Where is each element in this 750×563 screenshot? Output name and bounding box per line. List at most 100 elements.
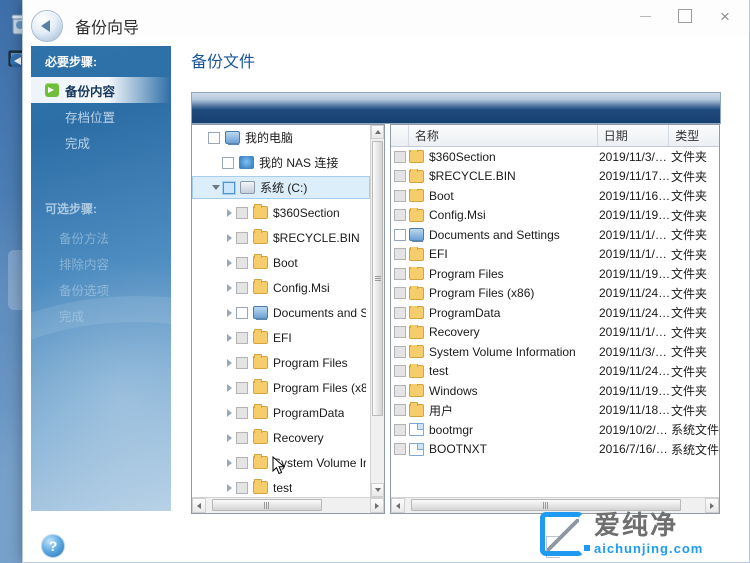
- row-checkbox[interactable]: [394, 170, 406, 183]
- row-checkbox-cell[interactable]: [391, 287, 409, 300]
- row-checkbox[interactable]: [394, 287, 406, 300]
- tree-row-checkbox[interactable]: [208, 131, 220, 144]
- row-checkbox-cell[interactable]: [391, 384, 409, 397]
- tree-row-checkbox[interactable]: [223, 181, 235, 194]
- row-checkbox[interactable]: [394, 404, 406, 417]
- row-checkbox[interactable]: [394, 209, 406, 222]
- row-checkbox[interactable]: [394, 189, 406, 202]
- row-checkbox[interactable]: [394, 384, 406, 397]
- close-icon[interactable]: ×: [705, 3, 745, 29]
- column-header-date[interactable]: 日期: [598, 125, 670, 146]
- tree-row[interactable]: EFI: [192, 325, 370, 350]
- row-checkbox-cell[interactable]: [391, 189, 409, 202]
- table-row[interactable]: EFI 2019/11/1/… 文件夹: [391, 245, 719, 265]
- table-row[interactable]: 用户 2019/11/18… 文件夹: [391, 401, 719, 421]
- scroll-right-icon[interactable]: [370, 498, 384, 513]
- tree-row[interactable]: $RECYCLE.BIN: [192, 225, 370, 250]
- sidebar-item-backup-method[interactable]: 备份方法: [31, 224, 171, 250]
- tree-row-checkbox[interactable]: [222, 156, 234, 169]
- chevron-right-icon[interactable]: [222, 359, 236, 367]
- tree-row-checkbox[interactable]: [236, 331, 248, 344]
- chevron-right-icon[interactable]: [222, 284, 236, 292]
- row-checkbox-cell[interactable]: [391, 306, 409, 319]
- tree-vertical-scrollbar[interactable]: [370, 125, 384, 497]
- tree-row-checkbox[interactable]: [236, 406, 248, 419]
- chevron-right-icon[interactable]: [222, 309, 236, 317]
- row-checkbox[interactable]: [394, 150, 406, 163]
- row-checkbox[interactable]: [394, 306, 406, 319]
- table-row[interactable]: Documents and Settings 2019/11/1/… 文件夹: [391, 225, 719, 245]
- row-checkbox[interactable]: [394, 326, 406, 339]
- row-checkbox[interactable]: [394, 248, 406, 261]
- chevron-right-icon[interactable]: [222, 484, 236, 492]
- scroll-down-icon[interactable]: [371, 483, 384, 497]
- chevron-right-icon[interactable]: [222, 259, 236, 267]
- maximize-button[interactable]: [665, 3, 705, 29]
- scroll-left-icon[interactable]: [192, 498, 206, 513]
- row-checkbox-cell[interactable]: [391, 150, 409, 163]
- folder-tree-pane[interactable]: 我的电脑 我的 NAS 连接 系统 (C:) $360Section $RECYCLE.…: [191, 124, 385, 514]
- row-checkbox-cell[interactable]: [391, 443, 409, 456]
- tree-vscroll-thumb[interactable]: [372, 141, 383, 416]
- tree-row[interactable]: Recovery: [192, 425, 370, 450]
- chevron-right-icon[interactable]: [222, 409, 236, 417]
- tree-row[interactable]: Boot: [192, 250, 370, 275]
- scroll-right-icon[interactable]: [705, 498, 719, 513]
- table-row[interactable]: Program Files (x86) 2019/11/24… 文件夹: [391, 284, 719, 304]
- tree-row[interactable]: Documents and S…: [192, 300, 370, 325]
- back-button[interactable]: [31, 10, 63, 42]
- tree-row[interactable]: Program Files: [192, 350, 370, 375]
- chevron-right-icon[interactable]: [222, 334, 236, 342]
- tree-horizontal-scrollbar[interactable]: [192, 497, 384, 513]
- table-row[interactable]: Windows 2019/11/19… 文件夹: [391, 381, 719, 401]
- tree-row[interactable]: 系统 (C:): [192, 176, 370, 199]
- sidebar-item-exclusions[interactable]: 排除内容: [31, 250, 171, 276]
- row-checkbox[interactable]: [394, 228, 406, 241]
- row-checkbox-cell[interactable]: [391, 365, 409, 378]
- row-checkbox-cell[interactable]: [391, 326, 409, 339]
- help-button[interactable]: ?: [41, 534, 65, 558]
- table-row[interactable]: Program Files 2019/11/19… 文件夹: [391, 264, 719, 284]
- scroll-up-icon[interactable]: [371, 125, 384, 139]
- chevron-right-icon[interactable]: [222, 434, 236, 442]
- tree-row-checkbox[interactable]: [236, 306, 248, 319]
- tree-row[interactable]: 我的 NAS 连接: [192, 150, 370, 175]
- row-checkbox-cell[interactable]: [391, 267, 409, 280]
- chevron-right-icon[interactable]: [222, 459, 236, 467]
- row-checkbox-cell[interactable]: [391, 404, 409, 417]
- tree-row-checkbox[interactable]: [236, 281, 248, 294]
- tree-row[interactable]: ProgramData: [192, 400, 370, 425]
- tree-row-checkbox[interactable]: [236, 431, 248, 444]
- row-checkbox-cell[interactable]: [391, 423, 409, 436]
- row-checkbox[interactable]: [394, 365, 406, 378]
- table-row[interactable]: Boot 2019/11/16… 文件夹: [391, 186, 719, 206]
- chevron-down-icon[interactable]: [209, 185, 223, 190]
- column-header-type[interactable]: 类型: [669, 125, 719, 146]
- table-row[interactable]: $360Section 2019/11/3/… 文件夹: [391, 147, 719, 167]
- row-checkbox-cell[interactable]: [391, 248, 409, 261]
- tree-row-checkbox[interactable]: [236, 231, 248, 244]
- tree-row-checkbox[interactable]: [236, 356, 248, 369]
- minimize-button[interactable]: [625, 3, 665, 29]
- sidebar-item-archive-location[interactable]: 存档位置: [31, 103, 171, 129]
- tree-hscroll-thumb[interactable]: [212, 499, 322, 511]
- tree-row-checkbox[interactable]: [236, 456, 248, 469]
- scroll-left-icon[interactable]: [391, 498, 405, 513]
- row-checkbox[interactable]: [394, 267, 406, 280]
- table-row[interactable]: System Volume Information 2019/11/3/… 文件夹: [391, 342, 719, 362]
- sidebar-item-backup-options[interactable]: 备份选项: [31, 276, 171, 302]
- row-checkbox-cell[interactable]: [391, 209, 409, 222]
- row-checkbox-cell[interactable]: [391, 345, 409, 358]
- row-checkbox-cell[interactable]: [391, 170, 409, 183]
- table-row[interactable]: Config.Msi 2019/11/19… 文件夹: [391, 206, 719, 226]
- sidebar-item-finish[interactable]: 完成: [31, 129, 171, 155]
- chevron-right-icon[interactable]: [222, 234, 236, 242]
- row-checkbox[interactable]: [394, 443, 406, 456]
- row-checkbox[interactable]: [394, 423, 406, 436]
- tree-row-checkbox[interactable]: [236, 481, 248, 494]
- tree-row[interactable]: $360Section: [192, 200, 370, 225]
- table-row[interactable]: $RECYCLE.BIN 2019/11/17… 文件夹: [391, 167, 719, 187]
- tree-row[interactable]: Config.Msi: [192, 275, 370, 300]
- tree-row-checkbox[interactable]: [236, 256, 248, 269]
- tree-row[interactable]: Program Files (x86: [192, 375, 370, 400]
